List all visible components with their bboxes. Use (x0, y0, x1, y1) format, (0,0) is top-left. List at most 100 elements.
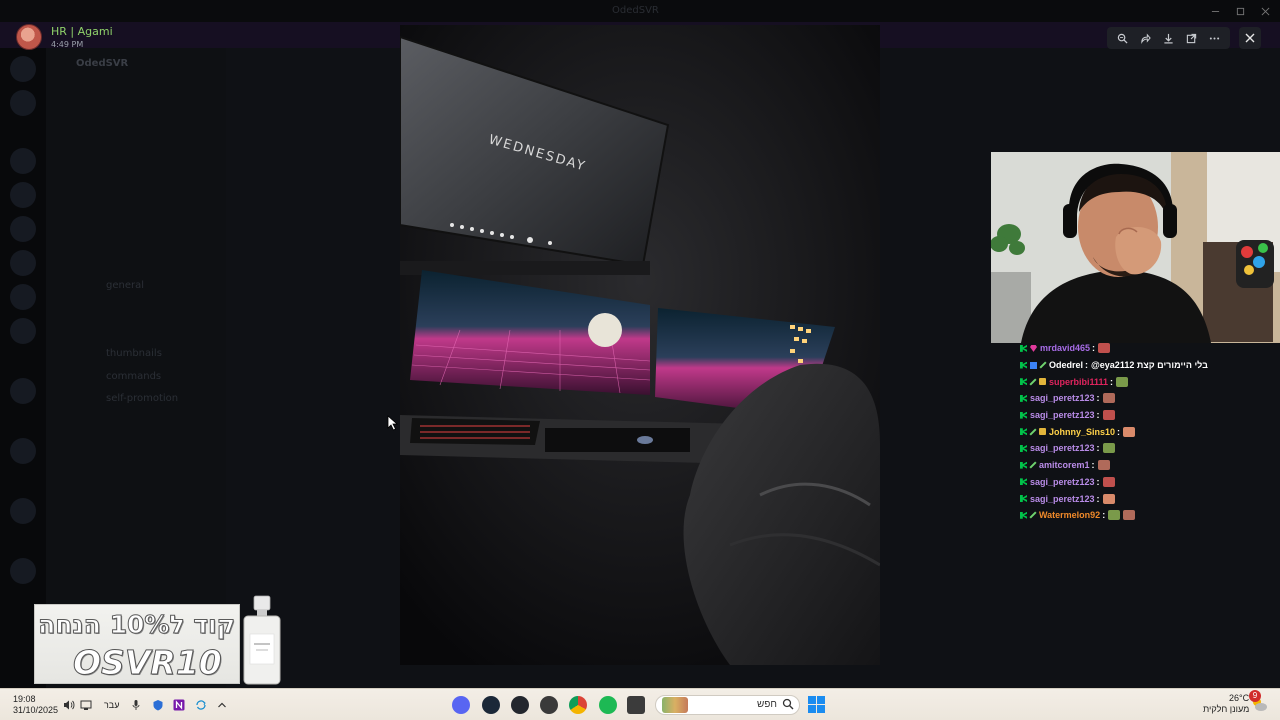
davinci-app-icon[interactable] (540, 696, 558, 714)
more-icon[interactable] (1207, 30, 1223, 46)
search-label: חפש (757, 699, 777, 710)
mod-badge-icon (1020, 444, 1027, 452)
viewed-image[interactable]: WEDNESDAY (400, 25, 880, 665)
taskbar: 19:08 31/10/2025 עבר (0, 688, 1280, 720)
onenote-icon[interactable] (172, 698, 186, 712)
emote-icon (1108, 510, 1121, 521)
channel-commands[interactable]: commands (106, 371, 161, 382)
notification-badge[interactable]: 9 (1249, 690, 1261, 702)
clock-time[interactable]: 19:08 (13, 694, 36, 704)
open-external-icon[interactable] (1184, 30, 1200, 46)
avatar[interactable] (16, 24, 42, 50)
media-app-icon[interactable] (511, 696, 529, 714)
weather-description[interactable]: מעונן חלקית (1203, 704, 1249, 714)
chat-message: sagi_peretz123: (1020, 440, 1260, 457)
chat-separator: : (1117, 426, 1121, 437)
chat-separator: : (1096, 493, 1100, 504)
window-controls (1208, 4, 1272, 18)
language-indicator[interactable]: עבר (104, 700, 119, 710)
chat-username[interactable]: mrdavid465 (1040, 343, 1090, 353)
close-viewer-button[interactable] (1239, 27, 1261, 49)
emote-icon (1123, 510, 1136, 521)
mod-badge-icon (1020, 511, 1027, 519)
volume-icon[interactable] (62, 698, 76, 712)
mouse-cursor-icon (387, 415, 399, 431)
chat-username[interactable]: sagi_peretz123 (1030, 393, 1095, 403)
blue-badge-icon (1030, 361, 1037, 369)
chat-username[interactable]: Johnny_Sins10 (1049, 427, 1115, 437)
steam-app-icon[interactable] (482, 696, 500, 714)
chat-message: Odedrel: @eya2112 בלי היימורים קצת (1020, 357, 1260, 374)
emote-icon (1097, 460, 1110, 471)
search-highlight-icon (662, 697, 688, 713)
mod-badge-icon (1020, 394, 1027, 402)
chat-username[interactable]: Odedrel (1049, 360, 1083, 370)
weather-temperature[interactable]: 26°C (1229, 693, 1249, 703)
emote-icon (1098, 343, 1111, 354)
chat-username[interactable]: sagi_peretz123 (1030, 494, 1095, 504)
channel-general[interactable]: general (106, 280, 144, 291)
chat-username[interactable]: sagi_peretz123 (1030, 410, 1095, 420)
promo-banner: קוד ל10% הנחה OSVR10 (34, 604, 240, 684)
chat-message: Watermelon92: (1020, 507, 1260, 524)
mod-badge-icon (1020, 361, 1027, 369)
emote-icon (1102, 443, 1115, 454)
channel-self-promotion[interactable]: self-promotion (106, 393, 178, 404)
forward-icon[interactable] (1138, 30, 1154, 46)
perfume-bottle-icon (243, 595, 281, 685)
chat-username[interactable]: sagi_peretz123 (1030, 443, 1095, 453)
chat-separator: : (1096, 393, 1100, 404)
chat-message: Johnny_Sins10: (1020, 423, 1260, 440)
chat-message: sagi_peretz123: (1020, 390, 1260, 407)
sword-badge-icon (1029, 428, 1037, 436)
spotify-app-icon[interactable] (599, 696, 617, 714)
sync-icon[interactable] (194, 698, 208, 712)
chat-separator: : (1102, 510, 1106, 521)
close-icon (1245, 33, 1255, 43)
microphone-icon[interactable] (129, 698, 143, 712)
post-timestamp: 4:49 PM (51, 40, 84, 49)
chat-message: sagi_peretz123: (1020, 474, 1260, 491)
author-name[interactable]: HR | Agami (51, 25, 113, 38)
chevron-up-icon[interactable] (215, 698, 229, 712)
title-bar: OdedSVR (0, 0, 1280, 22)
webcam-overlay (991, 152, 1280, 343)
chat-message: sagi_peretz123: (1020, 490, 1260, 507)
emote-icon (1102, 393, 1115, 404)
emote-icon (1102, 410, 1115, 421)
zoom-icon[interactable] (1115, 30, 1131, 46)
chat-username[interactable]: amitcorem1 (1039, 460, 1090, 470)
discord-app-icon[interactable] (452, 696, 470, 714)
chat-message: superbibi1111: (1020, 373, 1260, 390)
server-rail (0, 48, 46, 688)
chat-username[interactable]: Watermelon92 (1039, 510, 1100, 520)
maximize-icon[interactable] (1233, 4, 1247, 18)
chat-separator: : (1085, 360, 1089, 371)
sword-badge-icon (1029, 511, 1037, 519)
stream-chat: mrdavid465: Odedrel: @eya2112 בלי היימורים… (1020, 340, 1260, 524)
sword-badge-icon (1029, 461, 1037, 469)
windows-start-icon[interactable] (808, 696, 825, 713)
window-close-icon[interactable] (1258, 4, 1272, 18)
network-icon[interactable] (79, 698, 93, 712)
chat-username[interactable]: sagi_peretz123 (1030, 477, 1095, 487)
search-icon (782, 698, 794, 710)
mod-badge-icon (1020, 378, 1027, 386)
sub-badge-icon (1039, 428, 1046, 436)
chat-message: mrdavid465: (1020, 340, 1260, 357)
emote-icon (1116, 376, 1129, 387)
security-shield-icon[interactable] (151, 698, 165, 712)
chat-separator: : (1096, 476, 1100, 487)
window-title: OdedSVR (612, 5, 659, 16)
emote-icon (1102, 476, 1115, 487)
chrome-app-icon[interactable] (569, 696, 587, 714)
promo-line-1: קוד ל10% הנחה (38, 610, 236, 640)
file-explorer-icon[interactable] (627, 696, 645, 714)
channel-thumbnails[interactable]: thumbnails (106, 348, 162, 359)
chat-username[interactable]: superbibi1111 (1049, 377, 1108, 387)
chat-separator: : (1096, 410, 1100, 421)
chat-message: sagi_peretz123: (1020, 407, 1260, 424)
minimize-icon[interactable] (1208, 4, 1222, 18)
download-icon[interactable] (1161, 30, 1177, 46)
clock-date[interactable]: 31/10/2025 (13, 705, 58, 715)
